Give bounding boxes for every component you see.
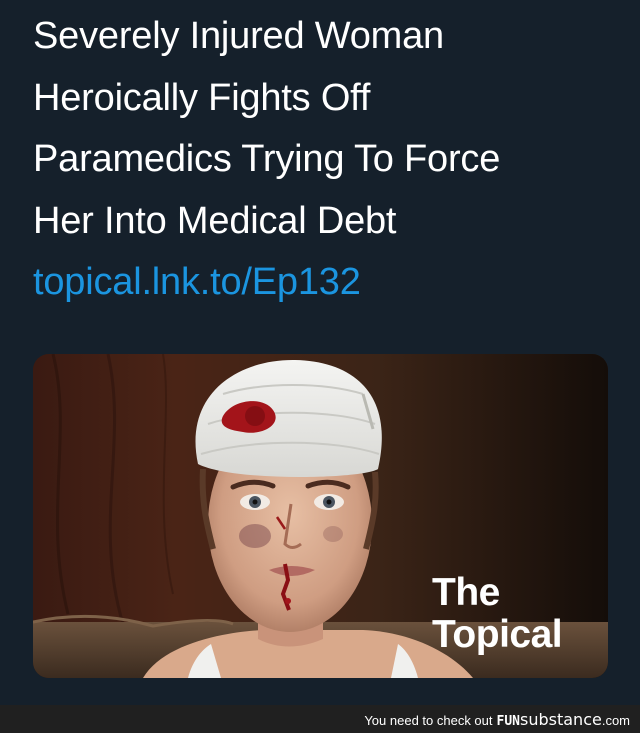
watermark-prefix: You need to check out <box>364 713 493 728</box>
watermark-brand-suffix: .com <box>601 713 630 728</box>
watermark-text: You need to check out FUNsubstance.com <box>364 710 630 729</box>
tweet-text: Severely Injured Woman Heroically Fights… <box>33 6 623 314</box>
watermark-brand-fun: FUN <box>496 714 520 729</box>
watermark-footer: You need to check out FUNsubstance.com <box>0 705 640 733</box>
brand-line-2: Topical <box>432 613 563 656</box>
tweet-text-line-3: Paramedics Trying To Force <box>33 138 501 180</box>
watermark-brand-substance: substance <box>520 710 602 729</box>
tweet-text-line-1: Severely Injured Woman <box>33 15 444 57</box>
tweet-text-line-4: Her Into Medical Debt <box>33 199 397 242</box>
brand-line-1: The <box>432 571 500 614</box>
the-topical-logo: The Topical <box>432 571 563 656</box>
tweet: Severely Injured Woman Heroically Fights… <box>0 0 640 705</box>
tweet-link[interactable]: topical.lnk.to/Ep132 <box>33 252 623 314</box>
tweet-text-line-2: Heroically Fights Off <box>33 76 371 119</box>
